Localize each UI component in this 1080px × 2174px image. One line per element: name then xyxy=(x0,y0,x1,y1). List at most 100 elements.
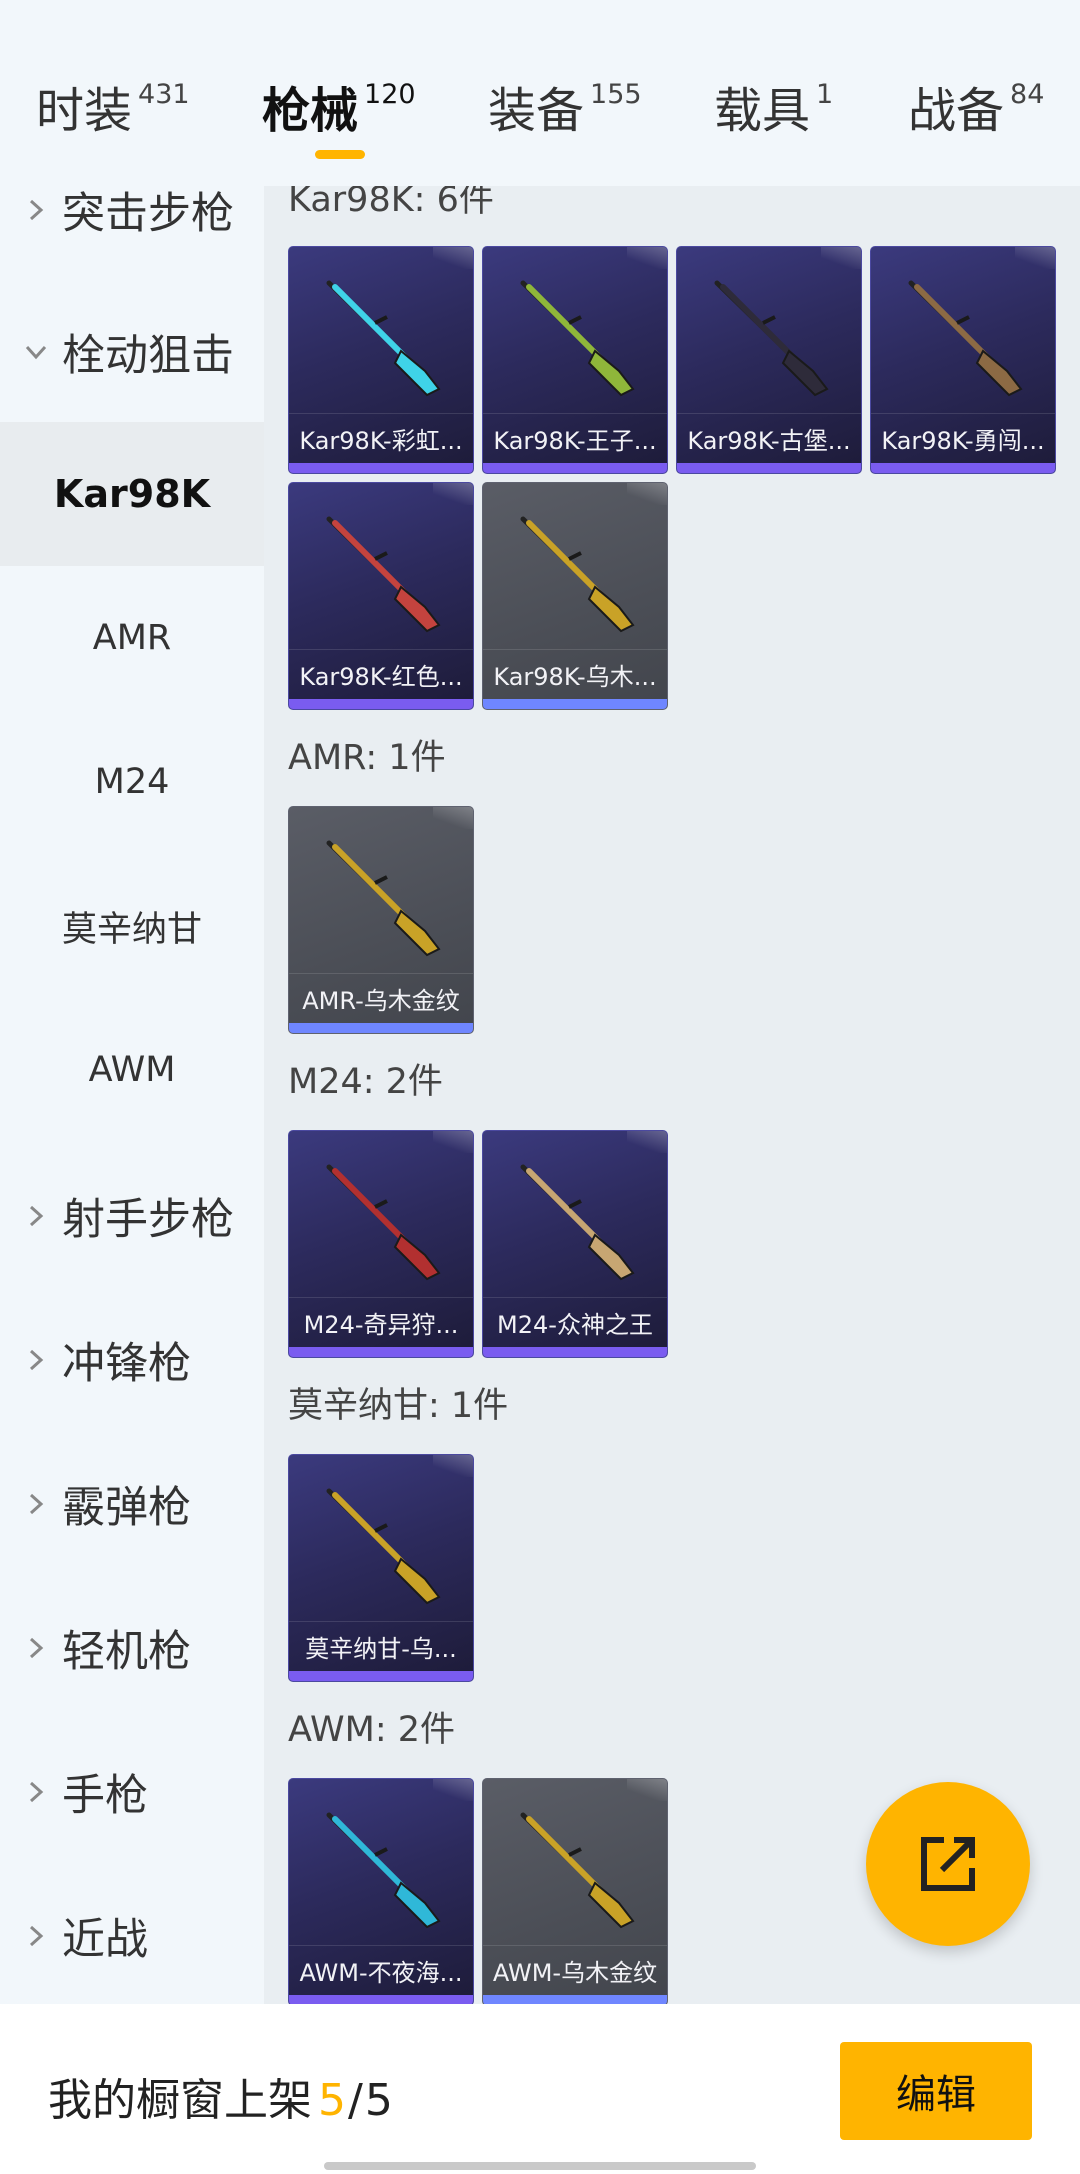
skin-name: Kar98K-古堡... xyxy=(677,413,861,463)
showcase-total-count: 5 xyxy=(364,2075,393,2126)
rifle-icon xyxy=(326,840,441,957)
tab-label: 枪械 xyxy=(262,83,359,139)
share-button[interactable] xyxy=(866,1782,1030,1946)
skin-card[interactable]: Kar98K-乌木... xyxy=(482,482,668,710)
rarity-bar xyxy=(483,1347,667,1357)
sidebar-subitem-mosin[interactable]: 莫辛纳甘 xyxy=(0,854,264,998)
showcase-current-count: 5 xyxy=(318,2075,346,2126)
card-corner-decoration xyxy=(821,247,861,269)
sidebar-subitem-amr[interactable]: AMR xyxy=(0,566,264,710)
card-corner-decoration xyxy=(433,483,473,505)
group-title-m24: M24: 2件 xyxy=(288,1062,443,1102)
skin-card[interactable]: Kar98K-王子... xyxy=(482,246,668,474)
tab-count: 431 xyxy=(138,79,190,110)
skin-card[interactable]: AWM-不夜海... xyxy=(288,1778,474,2004)
sidebar-item-label: 冲锋枪 xyxy=(62,1339,191,1389)
sidebar-subitem-m24[interactable]: M24 xyxy=(0,710,264,854)
home-indicator xyxy=(324,2162,756,2170)
skin-card[interactable]: Kar98K-红色... xyxy=(288,482,474,710)
skin-name: AWM-乌木金纹 xyxy=(483,1945,667,1995)
skin-name: M24-奇异狩... xyxy=(289,1297,473,1347)
skin-name: 莫辛纳甘-乌... xyxy=(289,1621,473,1671)
rarity-bar xyxy=(289,1347,473,1357)
edit-button[interactable]: 编辑 xyxy=(840,2042,1032,2140)
sidebar-subitem-awm[interactable]: AWM xyxy=(0,998,264,1142)
sidebar-item-label: M24 xyxy=(94,762,170,802)
tab-count: 84 xyxy=(1010,79,1045,110)
skin-card[interactable]: Kar98K-彩虹... xyxy=(288,246,474,474)
tab-label: 装备 xyxy=(488,83,585,139)
tab-count: 155 xyxy=(590,79,642,110)
tab-supplies[interactable]: 战备 84 xyxy=(908,78,1044,148)
sidebar-item-label: 轻机枪 xyxy=(62,1627,191,1677)
rifle-icon xyxy=(520,280,635,397)
rifle-icon xyxy=(326,516,441,633)
tab-label: 战备 xyxy=(908,83,1005,139)
skin-name: AMR-乌木金纹 xyxy=(289,973,473,1023)
showcase-label: 我的橱窗上架 xyxy=(48,2075,312,2126)
rifle-icon xyxy=(714,280,829,397)
skin-card[interactable]: M24-众神之王 xyxy=(482,1130,668,1358)
sidebar-item-label: AMR xyxy=(92,618,172,658)
rarity-bar xyxy=(677,463,861,473)
chevron-right-icon xyxy=(24,1780,48,1804)
chevron-right-icon xyxy=(24,1348,48,1372)
rifle-icon xyxy=(326,280,441,397)
active-tab-indicator xyxy=(315,150,365,159)
group-title-awm: AWM: 2件 xyxy=(288,1710,456,1750)
card-corner-decoration xyxy=(627,1779,667,1801)
tab-fashion[interactable]: 时装 431 xyxy=(36,78,190,148)
showcase-status: 我的橱窗上架 5 / 5 xyxy=(48,2064,393,2128)
showcase-bottom-bar: 我的橱窗上架 5 / 5 编辑 xyxy=(0,2004,1080,2174)
skin-card[interactable]: M24-奇异狩... xyxy=(288,1130,474,1358)
chevron-right-icon xyxy=(24,198,48,222)
skin-card[interactable]: Kar98K-勇闯... xyxy=(870,246,1056,474)
rarity-bar xyxy=(289,1671,473,1681)
sidebar-item-shotgun[interactable]: 霰弹枪 xyxy=(0,1464,264,1544)
sidebar-item-melee[interactable]: 近战 xyxy=(0,1896,264,1976)
sidebar-item-marksman-rifle[interactable]: 射手步枪 xyxy=(0,1176,264,1256)
chevron-right-icon xyxy=(24,1924,48,1948)
showcase-separator: / xyxy=(348,2075,363,2126)
rifle-icon xyxy=(326,1488,441,1605)
tab-vehicles[interactable]: 载具 1 xyxy=(714,78,833,148)
card-corner-decoration xyxy=(433,1131,473,1153)
sidebar-item-label: 手枪 xyxy=(62,1771,148,1821)
card-corner-decoration xyxy=(433,247,473,269)
skin-name: Kar98K-王子... xyxy=(483,413,667,463)
sidebar-item-assault-rifle[interactable]: 突击步枪 xyxy=(0,186,264,250)
chevron-right-icon xyxy=(24,1492,48,1516)
skin-card[interactable]: AWM-乌木金纹 xyxy=(482,1778,668,2004)
tab-count: 1 xyxy=(816,79,834,110)
skin-name: Kar98K-红色... xyxy=(289,649,473,699)
card-corner-decoration xyxy=(1015,247,1055,269)
card-corner-decoration xyxy=(627,483,667,505)
sidebar-item-bolt-action[interactable]: 栓动狙击 xyxy=(0,312,264,392)
tab-equipment[interactable]: 装备 155 xyxy=(488,78,642,148)
skin-name: Kar98K-乌木... xyxy=(483,649,667,699)
card-corner-decoration xyxy=(433,1455,473,1477)
group-title-amr: AMR: 1件 xyxy=(288,738,446,778)
tab-firearms[interactable]: 枪械 120 xyxy=(262,78,416,148)
tab-count: 120 xyxy=(364,79,416,110)
rifle-icon xyxy=(326,1812,441,1929)
rifle-icon xyxy=(326,1164,441,1281)
skin-card[interactable]: AMR-乌木金纹 xyxy=(288,806,474,1034)
sidebar-item-pistol[interactable]: 手枪 xyxy=(0,1752,264,1832)
skin-name: AWM-不夜海... xyxy=(289,1945,473,1995)
skin-name: Kar98K-勇闯... xyxy=(871,413,1055,463)
sidebar-item-label: 近战 xyxy=(62,1915,148,1965)
skin-card[interactable]: 莫辛纳甘-乌... xyxy=(288,1454,474,1682)
rifle-icon xyxy=(908,280,1023,397)
skin-name: Kar98K-彩虹... xyxy=(289,413,473,463)
skin-card[interactable]: Kar98K-古堡... xyxy=(676,246,862,474)
sidebar-item-lmg[interactable]: 轻机枪 xyxy=(0,1608,264,1688)
rarity-bar xyxy=(483,463,667,473)
chevron-right-icon xyxy=(24,1204,48,1228)
sidebar-item-label: 突击步枪 xyxy=(62,189,234,239)
group-title-mosin: 莫辛纳甘: 1件 xyxy=(288,1386,509,1426)
sidebar-subitem-kar98k[interactable]: Kar98K xyxy=(0,422,264,566)
sidebar-item-label: 射手步枪 xyxy=(62,1195,234,1245)
sidebar-item-smg[interactable]: 冲锋枪 xyxy=(0,1320,264,1400)
rarity-bar xyxy=(289,699,473,709)
